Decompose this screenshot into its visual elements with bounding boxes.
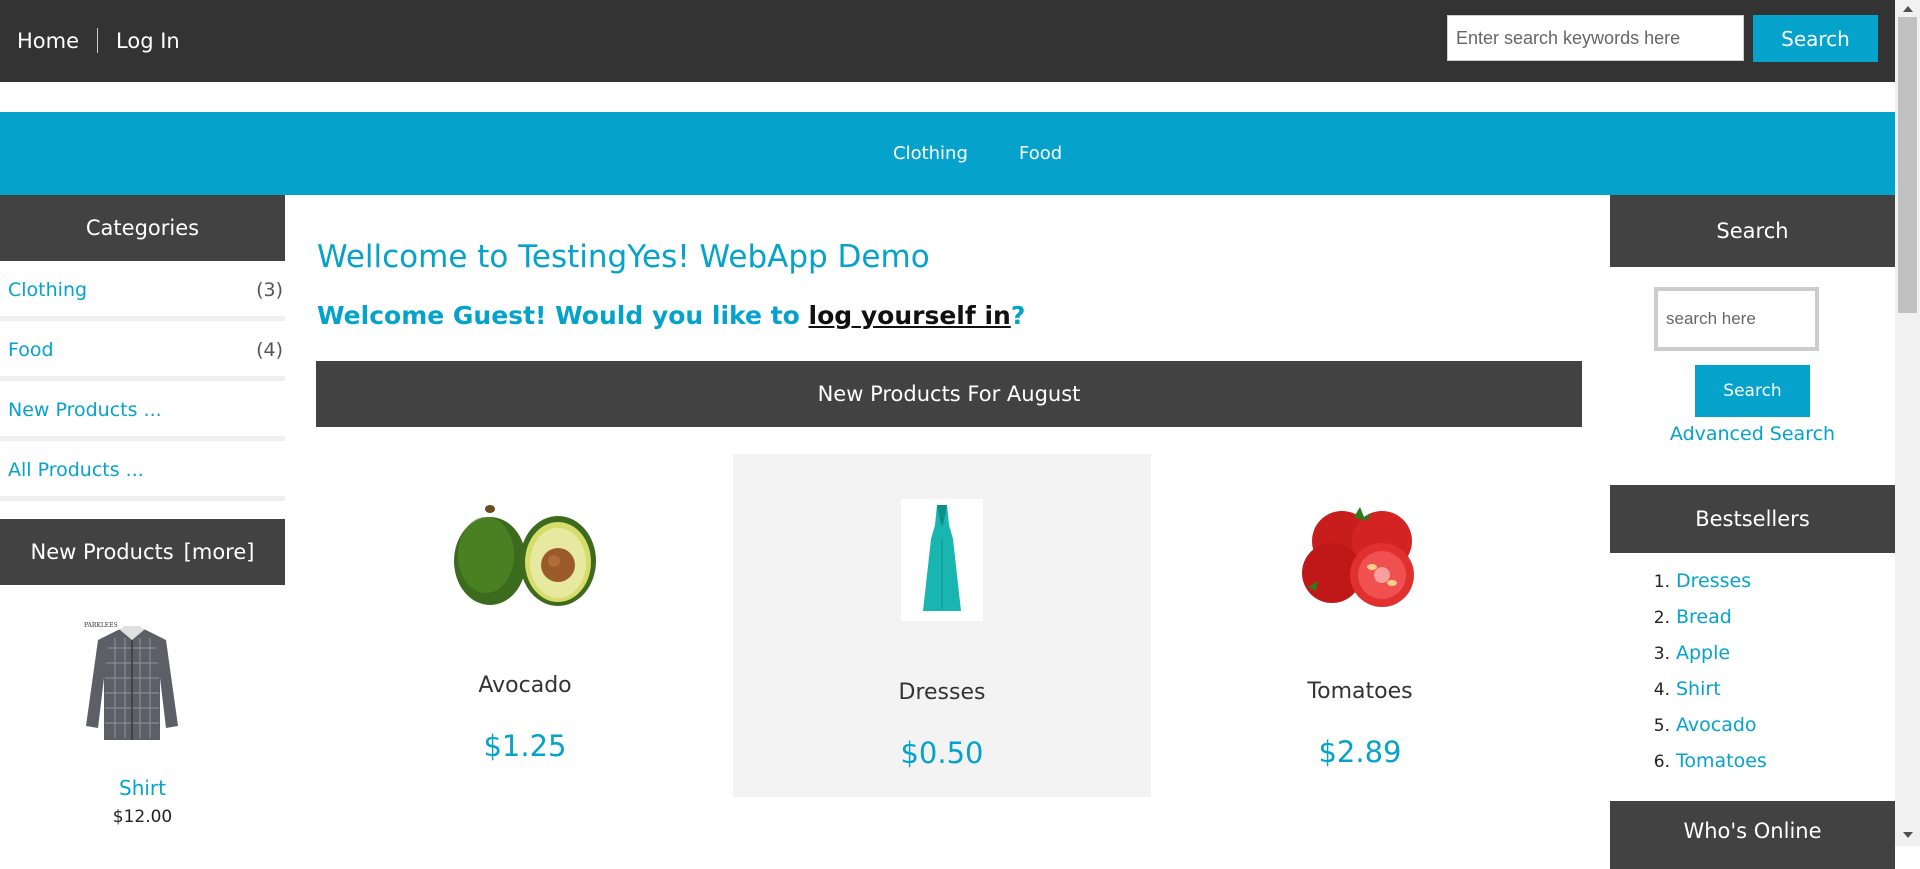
avocado-image[interactable] <box>450 499 600 609</box>
dress-image[interactable] <box>901 499 983 621</box>
category-nav-food[interactable]: Food <box>1019 143 1062 164</box>
scroll-down-arrow-icon[interactable] <box>1903 832 1913 838</box>
nav-divider <box>97 28 99 53</box>
list-item[interactable]: 5. Avocado <box>1610 707 1895 743</box>
category-label[interactable]: All Products ... <box>8 459 144 481</box>
bestsellers-list: 1. Dresses 2. Bread 3. Apple 4. Shirt 5. Avoc… <box>1610 563 1895 779</box>
nav-login-link[interactable]: Log In <box>116 29 180 53</box>
list-item[interactable]: 3. Apple <box>1610 635 1895 671</box>
top-search-input[interactable] <box>1447 15 1744 61</box>
bestseller-link[interactable]: Tomatoes <box>1676 750 1767 772</box>
page-scrollbar[interactable] <box>1895 0 1920 846</box>
list-item[interactable]: 2. Bread <box>1610 599 1895 635</box>
category-nav-bar: Clothing Food <box>0 112 1895 195</box>
bestsellers-heading: Bestsellers <box>1610 485 1895 553</box>
sidebar-product-name[interactable]: Shirt <box>0 776 285 800</box>
new-products-title: New Products <box>30 540 174 564</box>
category-count: (3) <box>256 279 283 301</box>
top-search-button[interactable]: Search <box>1753 15 1878 62</box>
new-products-more-link[interactable]: [more] <box>184 540 255 564</box>
list-item[interactable]: 6. Tomatoes <box>1610 743 1895 779</box>
bestseller-link[interactable]: Dresses <box>1676 570 1751 592</box>
category-item-new-products[interactable]: New Products ... <box>0 381 285 441</box>
list-number: 2. <box>1653 608 1670 628</box>
category-item-food[interactable]: Food (4) <box>0 321 285 381</box>
scrollbar-thumb[interactable] <box>1898 17 1917 313</box>
product-name[interactable]: Avocado <box>316 673 734 698</box>
category-item-clothing[interactable]: Clothing (3) <box>0 261 285 321</box>
category-nav-clothing[interactable]: Clothing <box>893 143 968 164</box>
list-number: 4. <box>1653 680 1670 700</box>
list-number: 3. <box>1653 644 1670 664</box>
category-label[interactable]: Clothing <box>8 279 87 301</box>
category-label[interactable]: New Products ... <box>8 399 162 421</box>
product-price: $0.50 <box>900 736 984 770</box>
sidebar-product-price: $12.00 <box>112 807 173 827</box>
page-title: Wellcome to TestingYes! WebApp Demo <box>317 239 930 275</box>
product-name[interactable]: Tomatoes <box>1151 679 1569 704</box>
bestseller-link[interactable]: Bread <box>1676 606 1732 628</box>
search-heading: Search <box>1610 195 1895 267</box>
category-label[interactable]: Food <box>8 339 54 361</box>
product-name[interactable]: Dresses <box>733 680 1151 705</box>
category-count: (4) <box>256 339 283 361</box>
shirt-image[interactable]: PARKLEES <box>80 618 184 743</box>
product-card-tomatoes[interactable]: Tomatoes $2.89 <box>1151 454 1569 797</box>
category-item-all-products[interactable]: All Products ... <box>0 441 285 501</box>
welcome-message: Welcome Guest! Would you like to log you… <box>317 301 1025 330</box>
top-nav: Home Log In <box>17 28 180 53</box>
sidebar-search-button[interactable]: Search <box>1695 365 1810 417</box>
product-card-dresses[interactable]: Dresses $0.50 <box>733 454 1151 797</box>
login-link[interactable]: log yourself in <box>809 301 1011 330</box>
bestseller-link[interactable]: Avocado <box>1676 714 1757 736</box>
bestseller-link[interactable]: Shirt <box>1676 678 1721 700</box>
whos-online-heading: Who's Online <box>1610 801 1895 869</box>
list-item[interactable]: 1. Dresses <box>1610 563 1895 599</box>
sidebar-search-input[interactable] <box>1654 287 1819 351</box>
welcome-suffix: ? <box>1010 301 1026 330</box>
scroll-up-arrow-icon[interactable] <box>1903 6 1913 12</box>
list-item[interactable]: 4. Shirt <box>1610 671 1895 707</box>
advanced-search-link[interactable]: Advanced Search <box>1610 423 1895 445</box>
left-sidebar: Categories Clothing (3) Food (4) New Pro… <box>0 195 285 585</box>
tomato-image[interactable] <box>1294 499 1424 609</box>
top-bar: Home Log In Search <box>0 0 1895 82</box>
product-card-avocado[interactable]: Avocado $1.25 <box>316 454 734 797</box>
right-sidebar: Search Search Advanced Search Bestseller… <box>1610 195 1895 869</box>
new-products-heading: New Products [more] <box>0 519 285 585</box>
list-number: 6. <box>1653 752 1670 772</box>
categories-heading: Categories <box>0 195 285 261</box>
categories-list: Clothing (3) Food (4) New Products ... A… <box>0 261 285 501</box>
welcome-text: Welcome Guest! Would you like to <box>317 301 809 330</box>
new-products-bar: New Products For August <box>316 361 1582 427</box>
shirt-brand-text: PARKLEES <box>84 622 118 629</box>
nav-home-link[interactable]: Home <box>17 29 79 53</box>
bestseller-link[interactable]: Apple <box>1676 642 1730 664</box>
product-price: $2.89 <box>1318 735 1402 769</box>
product-price: $1.25 <box>483 729 567 763</box>
list-number: 1. <box>1653 572 1670 592</box>
list-number: 5. <box>1653 716 1670 736</box>
